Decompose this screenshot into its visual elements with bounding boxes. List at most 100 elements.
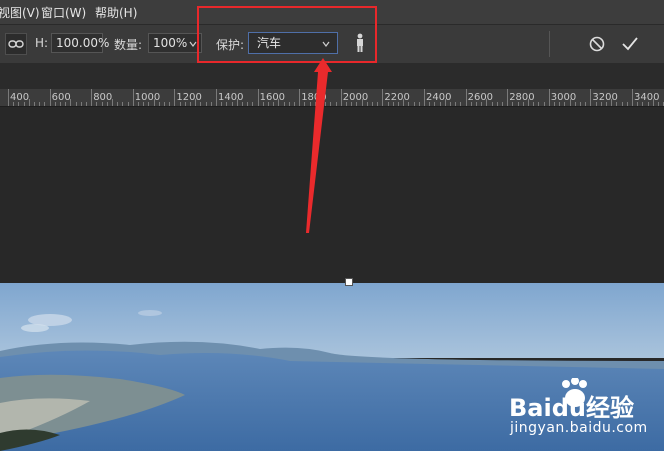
ruler-minor-tick xyxy=(226,102,228,106)
ruler-minor-tick xyxy=(637,102,639,106)
link-button[interactable] xyxy=(5,33,27,55)
ruler-minor-tick xyxy=(611,99,613,106)
ruler-tick xyxy=(174,89,176,106)
ruler-minor-tick xyxy=(75,102,77,106)
ruler-minor-tick xyxy=(533,102,535,106)
ruler-minor-tick xyxy=(106,102,108,106)
ruler-minor-tick xyxy=(418,102,420,106)
ruler-tick xyxy=(465,89,467,106)
ruler-minor-tick xyxy=(127,102,129,106)
amount-value: 100% xyxy=(153,36,188,50)
ruler-minor-tick xyxy=(221,102,223,106)
ruler-minor-tick xyxy=(148,102,150,106)
ruler-tick xyxy=(257,89,259,106)
ruler-minor-tick xyxy=(481,102,483,106)
ruler-tick xyxy=(590,89,592,106)
ruler-minor-tick xyxy=(491,102,493,106)
ruler-minor-tick xyxy=(434,102,436,106)
ruler-minor-tick xyxy=(158,102,160,106)
ruler-minor-tick xyxy=(496,102,498,106)
ruler-minor-tick xyxy=(574,102,576,106)
ruler-minor-tick xyxy=(366,102,368,106)
ruler-minor-tick xyxy=(242,102,243,106)
ruler-minor-tick xyxy=(351,102,353,106)
ruler-minor-tick xyxy=(179,102,181,106)
ruler-minor-tick xyxy=(80,102,82,106)
ruler-minor-tick xyxy=(626,102,628,106)
ruler-minor-tick xyxy=(262,102,264,106)
ruler-minor-tick xyxy=(580,102,581,106)
ruler-minor-tick xyxy=(138,102,139,106)
amount-field[interactable]: 100% xyxy=(148,33,202,53)
ruler-minor-tick xyxy=(117,102,119,106)
ruler-minor-tick xyxy=(554,102,555,106)
ruler-minor-tick xyxy=(439,102,441,106)
cancel-icon[interactable] xyxy=(588,35,606,53)
ruler-minor-tick xyxy=(372,102,373,106)
ruler-minor-tick xyxy=(502,102,503,106)
ruler-minor-tick xyxy=(34,102,35,106)
ruler-minor-tick xyxy=(304,102,306,106)
ruler-minor-tick xyxy=(70,99,72,106)
ruler-minor-tick xyxy=(595,102,597,106)
ruler-minor-tick xyxy=(320,99,321,106)
ruler-minor-tick xyxy=(143,102,145,106)
ruler-minor-tick xyxy=(346,102,347,106)
ruler-minor-tick xyxy=(231,102,233,106)
ruler-minor-tick xyxy=(309,102,311,106)
ruler-minor-tick xyxy=(476,102,477,106)
highlight-box xyxy=(197,6,377,63)
ruler-minor-tick xyxy=(54,102,56,106)
ruler-tick xyxy=(299,89,301,106)
ruler-minor-tick xyxy=(585,102,587,106)
ruler-minor-tick xyxy=(288,102,290,106)
ruler-minor-tick xyxy=(39,102,41,106)
ruler-minor-tick xyxy=(252,102,254,106)
menu-view[interactable]: 视图(V) xyxy=(0,4,40,21)
ruler-minor-tick xyxy=(23,102,25,106)
ruler-minor-tick xyxy=(429,102,431,106)
horizontal-ruler: 400 600 800 1000 1200 1400 1600 1800 2000 2200 240… xyxy=(0,89,664,107)
ruler-minor-tick xyxy=(205,102,207,106)
transform-handle[interactable] xyxy=(345,278,353,286)
ruler-minor-tick xyxy=(538,102,540,106)
ruler-minor-tick xyxy=(543,102,545,106)
canvas-empty-area xyxy=(0,107,664,283)
ruler-minor-tick xyxy=(652,99,654,106)
ruler-minor-tick xyxy=(455,102,457,106)
ruler-minor-tick xyxy=(450,102,451,106)
ruler-minor-tick xyxy=(60,102,61,106)
ruler-minor-tick xyxy=(153,99,155,106)
ruler-minor-tick xyxy=(268,102,269,106)
ruler-minor-tick xyxy=(361,99,363,106)
watermark-domain: jingyan.baidu.com xyxy=(510,420,648,436)
ruler-minor-tick xyxy=(392,102,394,106)
ruler-minor-tick xyxy=(335,102,337,106)
ruler-minor-tick xyxy=(210,102,212,106)
ruler-minor-tick xyxy=(616,102,618,106)
menu-help[interactable]: 帮助(H) xyxy=(95,4,137,21)
ruler-minor-tick xyxy=(398,102,399,106)
ruler-minor-tick xyxy=(65,102,67,106)
ruler-minor-tick xyxy=(486,99,488,106)
ruler-minor-tick xyxy=(18,102,20,106)
ruler-minor-tick xyxy=(273,102,275,106)
ruler-tick xyxy=(8,89,9,106)
ruler-minor-tick xyxy=(444,99,446,106)
ruler-tick xyxy=(49,89,51,106)
ruler-tick xyxy=(340,89,342,106)
options-separator xyxy=(549,31,550,57)
ruler-tick xyxy=(632,89,633,106)
ruler-minor-tick xyxy=(190,102,191,106)
ruler-tick xyxy=(382,89,384,106)
h-value-field[interactable]: 100.00% xyxy=(51,33,109,53)
menu-window[interactable]: 窗口(W) xyxy=(41,4,86,21)
ruler-minor-tick xyxy=(28,99,30,106)
watermark-brand: Baidu经验 xyxy=(509,394,634,422)
ruler-minor-tick xyxy=(236,99,238,106)
ruler-minor-tick xyxy=(44,102,46,106)
ruler-minor-tick xyxy=(314,102,316,106)
ruler-minor-tick xyxy=(621,102,623,106)
ruler-minor-tick xyxy=(13,102,15,106)
checkmark-icon[interactable] xyxy=(620,35,640,53)
